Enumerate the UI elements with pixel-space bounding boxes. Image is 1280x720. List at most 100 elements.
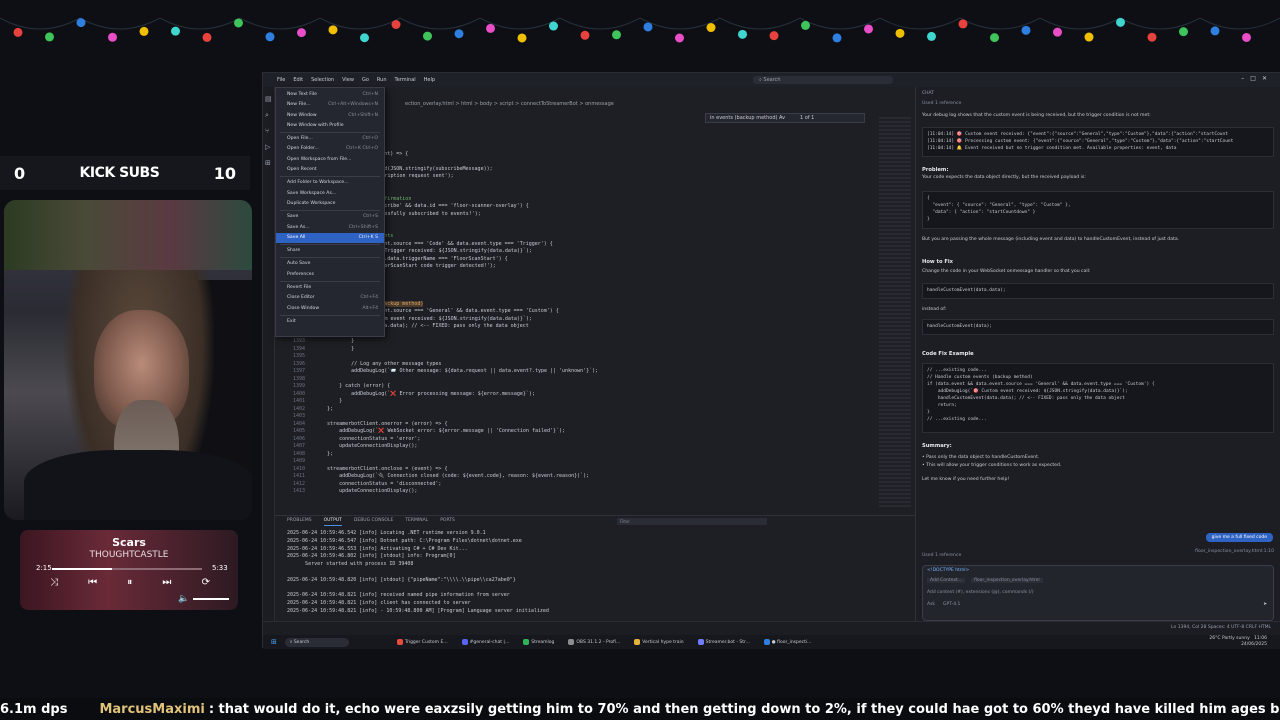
send-icon[interactable]: ➤ [1263, 602, 1267, 607]
taskbar-app[interactable]: Streamer.bot - Str... [697, 639, 750, 645]
panel-tab-problems[interactable]: PROBLEMS [287, 518, 312, 526]
light-bulb [706, 23, 716, 33]
file-menu-item[interactable]: New File... Ctrl+Alt+Windows+N [276, 100, 384, 110]
breadcrumb[interactable]: ection_overlay.html > html > body > scri… [405, 101, 614, 107]
code-line[interactable]: 1393 } [285, 338, 905, 346]
chat-reference-2[interactable]: Used 1 reference [922, 553, 1274, 558]
menu-selection[interactable]: Selection [311, 77, 334, 83]
next-icon[interactable]: ⏭ [162, 577, 171, 588]
model-select[interactable]: GPT-4.1 [943, 602, 960, 607]
explorer-icon[interactable]: ▤ [265, 95, 273, 103]
add-context-button[interactable]: Add Context... [927, 578, 966, 583]
code-line[interactable]: 1412 connectionStatus = 'disconnected'; [285, 481, 905, 489]
file-menu-item[interactable]: Preferences [276, 270, 384, 280]
code-line[interactable]: 1409 [285, 458, 905, 466]
output-filter-input[interactable]: Filter [617, 518, 767, 525]
code-line[interactable]: 1405 addDebugLog(`❌ WebSocket error: ${e… [285, 428, 905, 436]
previous-icon[interactable]: ⏮ [88, 577, 97, 588]
chat-input-box[interactable]: <!DOCTYPE html> Add Context... floor_ins… [922, 565, 1274, 621]
taskbar-app[interactable]: ● floor_inspecti... [763, 639, 811, 645]
code-line[interactable]: 1395 [285, 353, 905, 361]
file-menu-item[interactable]: Auto Save [276, 259, 384, 269]
file-menu-item[interactable]: New Window with Profile [276, 121, 384, 131]
code-line[interactable]: 1408 }; [285, 451, 905, 459]
code-line[interactable]: 1406 connectionStatus = 'error'; [285, 436, 905, 444]
panel-tab-ports[interactable]: PORTS [440, 518, 455, 526]
taskbar-app[interactable]: #general-chat |... [461, 639, 509, 645]
file-menu-item[interactable]: Duplicate Workspace [276, 199, 384, 209]
status-bar-info[interactable]: Ln 1394, Col 28 Spaces: 4 UTF-8 CRLF HTM… [1171, 625, 1271, 630]
panel-tab-terminal[interactable]: TERMINAL [405, 518, 428, 526]
taskbar-app[interactable]: Trigger Custom E... [396, 639, 448, 645]
file-menu-item[interactable]: Save Workspace As... [276, 189, 384, 199]
file-menu-item[interactable]: Share [276, 246, 384, 256]
code-line[interactable]: 1394 } [285, 346, 905, 354]
code-line[interactable]: 1397 addDebugLog(`📨 Other message: ${dat… [285, 368, 905, 376]
file-menu-item[interactable]: Close Editor Ctrl+F4 [276, 293, 384, 303]
shuffle-icon[interactable]: ⤨ [50, 577, 58, 588]
file-menu-item[interactable]: New Window Ctrl+Shift+N [276, 111, 384, 121]
panel-tab-output[interactable]: OUTPUT [323, 518, 342, 526]
code-line[interactable]: 1400 addDebugLog(`❌ Error processing mes… [285, 391, 905, 399]
menu-go[interactable]: Go [362, 77, 369, 83]
source-control-icon[interactable]: ⑂ [265, 127, 273, 135]
line-number: 1402 [292, 405, 305, 412]
menu-edit[interactable]: Edit [293, 77, 303, 83]
code-line[interactable]: 1413 updateConnectionDisplay(); [285, 488, 905, 496]
code-line[interactable]: 1403 [285, 413, 905, 421]
minimize-icon[interactable]: – [1241, 75, 1250, 82]
volume-icon[interactable]: 🔈 [178, 594, 189, 604]
chat-reference[interactable]: Used 1 reference [922, 101, 1274, 106]
code-line[interactable]: 1402 }; [285, 406, 905, 414]
mode-select[interactable]: Ask [927, 602, 935, 607]
extensions-icon[interactable]: ⊞ [265, 159, 273, 167]
code-line[interactable]: 1396 // Log any other message types [285, 361, 905, 369]
menu-view[interactable]: View [342, 77, 354, 83]
code-line[interactable]: 1407 updateConnectionDisplay(); [285, 443, 905, 451]
windows-start-icon[interactable]: ⊞ [271, 638, 277, 646]
code-line[interactable]: 1410 streamerbotClient.onclose = (event)… [285, 466, 905, 474]
code-line[interactable]: 1411 addDebugLog(`🔌 Connection closed (c… [285, 473, 905, 481]
search-icon[interactable]: ⌕ [265, 111, 273, 119]
file-menu-item[interactable]: New Text File Ctrl+N [276, 90, 384, 100]
attached-file-chip[interactable]: floor_inspection_overlay.html [971, 578, 1043, 583]
light-bulb [202, 32, 212, 42]
file-menu-item[interactable]: Open Workspace from File... [276, 155, 384, 165]
file-menu-item[interactable]: Open File... Ctrl+O [276, 134, 384, 144]
close-icon[interactable]: ✕ [1262, 75, 1273, 82]
menu-file[interactable]: File [277, 77, 285, 83]
code-line[interactable]: 1404 streamerbotClient.onerror = (error)… [285, 421, 905, 429]
menu-terminal[interactable]: Terminal [395, 77, 416, 83]
taskbar-app[interactable]: OBS 31.1.2 - Profi... [568, 639, 620, 645]
menu-run[interactable]: Run [377, 77, 387, 83]
pause-icon[interactable]: ⏸ [127, 577, 132, 588]
code-line[interactable]: 1398 [285, 376, 905, 384]
menu-help[interactable]: Help [424, 77, 435, 83]
panel-tab-debug-console[interactable]: DEBUG CONSOLE [354, 518, 393, 526]
taskbar-search[interactable]: ⌕ Search [284, 637, 349, 647]
menu-separator [280, 281, 380, 283]
file-menu-item[interactable]: Open Folder... Ctrl+K Ctrl+O [276, 144, 384, 154]
find-widget[interactable]: in events (backup method) Av 1 of 1 [705, 113, 865, 123]
file-menu-item[interactable]: Save All Ctrl+K S [276, 232, 384, 244]
file-menu-item[interactable]: Save As... Ctrl+Shift+S [276, 223, 384, 233]
repeat-icon[interactable]: ⟳ [202, 577, 210, 588]
taskbar-clock[interactable]: 26°C Partly sunny 11:06 24/06/2025 [1209, 636, 1267, 648]
file-menu-item[interactable]: Revert File [276, 283, 384, 293]
file-menu-item[interactable]: Close Window Alt+F4 [276, 304, 384, 314]
find-input[interactable]: in events (backup method) Av [710, 115, 785, 121]
taskbar-app[interactable]: Vertical hype train [634, 639, 684, 645]
run-debug-icon[interactable]: ▷ [265, 143, 273, 151]
taskbar-app[interactable]: Streamlog [523, 639, 554, 645]
command-center-search[interactable]: ⌕ Search [753, 76, 893, 84]
code-line[interactable]: 1399 } catch (error) { [285, 383, 905, 391]
maximize-icon[interactable]: □ [1250, 75, 1262, 82]
code-line[interactable]: 1401 } [285, 398, 905, 406]
file-menu-item[interactable]: Add Folder to Workspace... [276, 178, 384, 188]
minimap[interactable] [879, 117, 911, 507]
file-menu-item[interactable]: Open Recent [276, 165, 384, 175]
file-menu-item[interactable]: Exit [276, 317, 384, 327]
file-menu-item[interactable]: Save Ctrl+S [276, 212, 384, 222]
chat-input-placeholder[interactable]: Add context (#), extensions (@), command… [927, 590, 1034, 595]
music-player-widget: Scars THOUGHTCASTLE 2:15 5:33 ⤨ ⏮ ⏸ ⏭ ⟳ … [20, 530, 238, 610]
